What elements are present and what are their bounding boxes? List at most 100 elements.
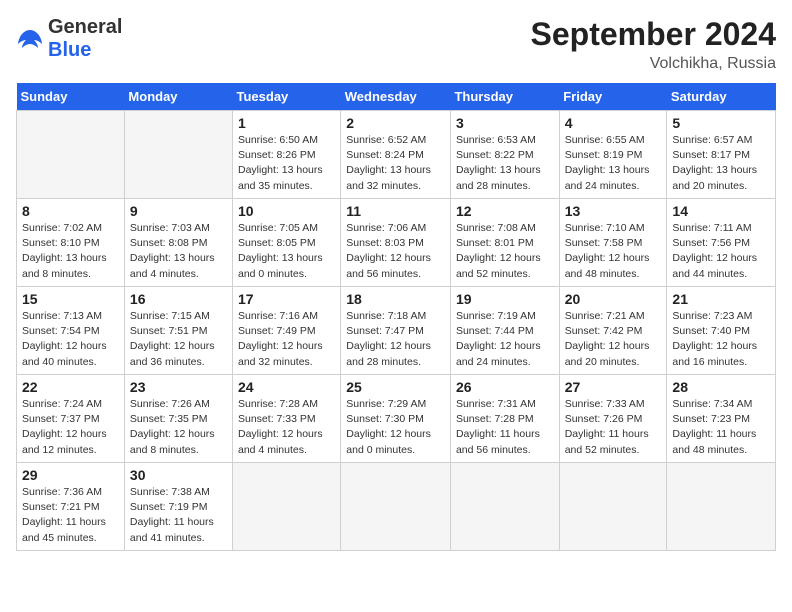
day-detail: Sunrise: 7:28 AMSunset: 7:33 PMDaylight:… — [238, 397, 335, 458]
day-cell-12: 12 Sunrise: 7:08 AMSunset: 8:01 PMDayligh… — [450, 199, 559, 287]
day-cell-30: 30 Sunrise: 7:38 AMSunset: 7:19 PMDayligh… — [124, 463, 232, 551]
day-number: 15 — [22, 291, 119, 307]
day-detail: Sunrise: 7:05 AMSunset: 8:05 PMDaylight:… — [238, 221, 335, 282]
day-detail: Sunrise: 7:11 AMSunset: 7:56 PMDaylight:… — [672, 221, 770, 282]
weekday-header-tuesday: Tuesday — [233, 83, 341, 111]
day-detail: Sunrise: 7:10 AMSunset: 7:58 PMDaylight:… — [565, 221, 662, 282]
empty-cell — [341, 463, 451, 551]
day-number: 16 — [130, 291, 227, 307]
logo-text: General Blue — [48, 16, 122, 62]
day-detail: Sunrise: 6:50 AMSunset: 8:26 PMDaylight:… — [238, 133, 335, 194]
day-cell-20: 20 Sunrise: 7:21 AMSunset: 7:42 PMDayligh… — [559, 287, 667, 375]
day-detail: Sunrise: 7:23 AMSunset: 7:40 PMDaylight:… — [672, 309, 770, 370]
day-number: 25 — [346, 379, 445, 395]
day-number: 1 — [238, 115, 335, 131]
calendar-week-row: 8Sunrise: 7:02 AMSunset: 8:10 PMDaylight… — [17, 199, 776, 287]
day-cell-2: 2Sunrise: 6:52 AMSunset: 8:24 PMDaylight… — [341, 111, 451, 199]
day-cell-21: 21 Sunrise: 7:23 AMSunset: 7:40 PMDayligh… — [667, 287, 776, 375]
weekday-header-monday: Monday — [124, 83, 232, 111]
day-number: 4 — [565, 115, 662, 131]
day-number: 9 — [130, 203, 227, 219]
empty-cell — [450, 463, 559, 551]
day-cell-4: 4 Sunrise: 6:55 AMSunset: 8:19 PMDaylight… — [559, 111, 667, 199]
day-number: 11 — [346, 203, 445, 219]
day-detail: Sunrise: 7:36 AMSunset: 7:21 PMDaylight:… — [22, 485, 119, 546]
logo: General Blue — [16, 16, 122, 62]
empty-cell — [233, 463, 341, 551]
calendar-week-row: 22Sunrise: 7:24 AMSunset: 7:37 PMDayligh… — [17, 375, 776, 463]
day-detail: Sunrise: 7:19 AMSunset: 7:44 PMDaylight:… — [456, 309, 554, 370]
day-number: 27 — [565, 379, 662, 395]
day-cell-18: 18 Sunrise: 7:18 AMSunset: 7:47 PMDayligh… — [341, 287, 451, 375]
page-header: General Blue September 2024 Volchikha, R… — [16, 16, 776, 73]
location-subtitle: Volchikha, Russia — [531, 55, 776, 73]
calendar-title-area: September 2024 Volchikha, Russia — [531, 16, 776, 73]
day-detail: Sunrise: 7:29 AMSunset: 7:30 PMDaylight:… — [346, 397, 445, 458]
day-detail: Sunrise: 7:38 AMSunset: 7:19 PMDaylight:… — [130, 485, 227, 546]
day-cell-9: 9 Sunrise: 7:03 AMSunset: 8:08 PMDaylight… — [124, 199, 232, 287]
empty-cell — [559, 463, 667, 551]
calendar-week-row: 1 Sunrise: 6:50 AMSunset: 8:26 PMDaylight… — [17, 111, 776, 199]
day-number: 12 — [456, 203, 554, 219]
day-cell-28: 28Sunrise: 7:34 AMSunset: 7:23 PMDayligh… — [667, 375, 776, 463]
day-detail: Sunrise: 7:06 AMSunset: 8:03 PMDaylight:… — [346, 221, 445, 282]
weekday-header-wednesday: Wednesday — [341, 83, 451, 111]
empty-cell — [667, 463, 776, 551]
weekday-header-sunday: Sunday — [17, 83, 125, 111]
day-cell-29: 29Sunrise: 7:36 AMSunset: 7:21 PMDayligh… — [17, 463, 125, 551]
day-detail: Sunrise: 7:03 AMSunset: 8:08 PMDaylight:… — [130, 221, 227, 282]
day-number: 19 — [456, 291, 554, 307]
day-cell-3: 3Sunrise: 6:53 AMSunset: 8:22 PMDaylight… — [450, 111, 559, 199]
day-cell-22: 22Sunrise: 7:24 AMSunset: 7:37 PMDayligh… — [17, 375, 125, 463]
day-cell-1: 1 Sunrise: 6:50 AMSunset: 8:26 PMDaylight… — [233, 111, 341, 199]
day-number: 23 — [130, 379, 227, 395]
day-detail: Sunrise: 7:15 AMSunset: 7:51 PMDaylight:… — [130, 309, 227, 370]
day-number: 13 — [565, 203, 662, 219]
logo-bird-icon — [16, 28, 44, 50]
day-detail: Sunrise: 7:26 AMSunset: 7:35 PMDaylight:… — [130, 397, 227, 458]
day-detail: Sunrise: 6:55 AMSunset: 8:19 PMDaylight:… — [565, 133, 662, 194]
day-detail: Sunrise: 6:57 AMSunset: 8:17 PMDaylight:… — [672, 133, 770, 194]
day-number: 30 — [130, 467, 227, 483]
empty-cell — [17, 111, 125, 199]
empty-cell — [124, 111, 232, 199]
weekday-header-thursday: Thursday — [450, 83, 559, 111]
day-cell-8: 8Sunrise: 7:02 AMSunset: 8:10 PMDaylight… — [17, 199, 125, 287]
day-cell-10: 10Sunrise: 7:05 AMSunset: 8:05 PMDayligh… — [233, 199, 341, 287]
day-detail: Sunrise: 7:33 AMSunset: 7:26 PMDaylight:… — [565, 397, 662, 458]
day-detail: Sunrise: 7:18 AMSunset: 7:47 PMDaylight:… — [346, 309, 445, 370]
day-number: 21 — [672, 291, 770, 307]
month-title: September 2024 — [531, 16, 776, 53]
day-cell-13: 13 Sunrise: 7:10 AMSunset: 7:58 PMDayligh… — [559, 199, 667, 287]
day-detail: Sunrise: 7:16 AMSunset: 7:49 PMDaylight:… — [238, 309, 335, 370]
header-row: SundayMondayTuesdayWednesdayThursdayFrid… — [17, 83, 776, 111]
day-detail: Sunrise: 7:08 AMSunset: 8:01 PMDaylight:… — [456, 221, 554, 282]
day-cell-11: 11 Sunrise: 7:06 AMSunset: 8:03 PMDayligh… — [341, 199, 451, 287]
day-cell-25: 25 Sunrise: 7:29 AMSunset: 7:30 PMDayligh… — [341, 375, 451, 463]
day-cell-14: 14 Sunrise: 7:11 AMSunset: 7:56 PMDayligh… — [667, 199, 776, 287]
weekday-header-saturday: Saturday — [667, 83, 776, 111]
day-number: 20 — [565, 291, 662, 307]
day-cell-5: 5 Sunrise: 6:57 AMSunset: 8:17 PMDaylight… — [667, 111, 776, 199]
day-detail: Sunrise: 7:31 AMSunset: 7:28 PMDaylight:… — [456, 397, 554, 458]
day-detail: Sunrise: 7:21 AMSunset: 7:42 PMDaylight:… — [565, 309, 662, 370]
day-detail: Sunrise: 7:13 AMSunset: 7:54 PMDaylight:… — [22, 309, 119, 370]
weekday-header-friday: Friday — [559, 83, 667, 111]
calendar-week-row: 15 Sunrise: 7:13 AMSunset: 7:54 PMDayligh… — [17, 287, 776, 375]
day-cell-27: 27 Sunrise: 7:33 AMSunset: 7:26 PMDayligh… — [559, 375, 667, 463]
day-cell-26: 26 Sunrise: 7:31 AMSunset: 7:28 PMDayligh… — [450, 375, 559, 463]
day-cell-16: 16 Sunrise: 7:15 AMSunset: 7:51 PMDayligh… — [124, 287, 232, 375]
day-number: 26 — [456, 379, 554, 395]
day-number: 14 — [672, 203, 770, 219]
day-cell-15: 15 Sunrise: 7:13 AMSunset: 7:54 PMDayligh… — [17, 287, 125, 375]
day-number: 8 — [22, 203, 119, 219]
day-cell-17: 17 Sunrise: 7:16 AMSunset: 7:49 PMDayligh… — [233, 287, 341, 375]
day-number: 24 — [238, 379, 335, 395]
day-cell-24: 24 Sunrise: 7:28 AMSunset: 7:33 PMDayligh… — [233, 375, 341, 463]
day-number: 18 — [346, 291, 445, 307]
day-detail: Sunrise: 7:24 AMSunset: 7:37 PMDaylight:… — [22, 397, 119, 458]
day-number: 17 — [238, 291, 335, 307]
day-detail: Sunrise: 6:53 AMSunset: 8:22 PMDaylight:… — [456, 133, 554, 194]
day-number: 5 — [672, 115, 770, 131]
calendar-table: SundayMondayTuesdayWednesdayThursdayFrid… — [16, 83, 776, 551]
